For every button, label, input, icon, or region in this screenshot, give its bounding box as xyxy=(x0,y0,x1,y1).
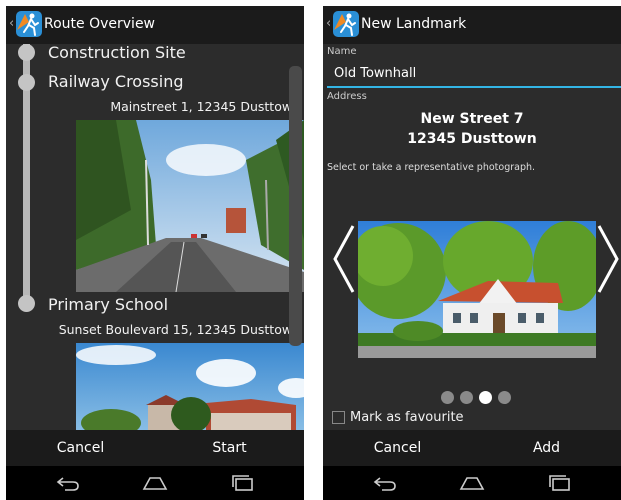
route-overview-screen: ‹ Route Overview Construction Site Railw… xyxy=(6,6,304,500)
new-landmark-screen: ‹ New Landmark Name Old Townhall Address… xyxy=(323,6,621,500)
stop-marker xyxy=(18,44,35,61)
address-line-1: New Street 7 xyxy=(420,111,524,127)
previous-arrow-icon[interactable] xyxy=(331,224,357,294)
pager-dot-active[interactable] xyxy=(479,391,492,404)
back-chevron-icon[interactable]: ‹ xyxy=(326,16,331,31)
next-arrow-icon[interactable] xyxy=(595,224,621,294)
landmark-form: Name Old Townhall Address New Street 7 1… xyxy=(323,44,621,430)
screen-title: Route Overview xyxy=(44,16,156,32)
route-list[interactable]: Construction Site Railway Crossing Mains… xyxy=(6,44,304,430)
stop-address: Sunset Boulevard 15, 12345 Dusttown xyxy=(58,322,300,337)
photo-hint: Select or take a representative photogra… xyxy=(327,162,536,173)
back-icon[interactable] xyxy=(55,473,81,493)
cancel-button[interactable]: Cancel xyxy=(6,430,155,466)
app-logo-icon[interactable] xyxy=(332,10,360,38)
action-bar: ‹ Route Overview xyxy=(6,6,304,44)
primary-school-photo[interactable] xyxy=(76,343,304,430)
add-button[interactable]: Add xyxy=(472,430,621,466)
stop-title[interactable]: Construction Site xyxy=(48,44,186,62)
home-icon[interactable] xyxy=(459,473,485,493)
cancel-button[interactable]: Cancel xyxy=(323,430,472,466)
stop-title[interactable]: Railway Crossing xyxy=(48,72,184,91)
stop-marker xyxy=(18,295,35,312)
back-chevron-icon[interactable]: ‹ xyxy=(9,16,14,31)
address-line-2: 12345 Dusttown xyxy=(407,131,537,147)
screen-title: New Landmark xyxy=(361,16,467,32)
button-bar: Cancel Start xyxy=(6,430,304,466)
name-field[interactable]: Old Townhall xyxy=(334,66,416,81)
recent-apps-icon[interactable] xyxy=(230,473,256,493)
system-nav-bar xyxy=(323,466,621,500)
railway-crossing-photo[interactable] xyxy=(76,120,304,292)
back-icon[interactable] xyxy=(372,473,398,493)
system-nav-bar xyxy=(6,466,304,500)
favourite-label[interactable]: Mark as favourite xyxy=(350,410,464,425)
stop-address: Mainstreet 1, 12345 Dusttown xyxy=(110,99,300,114)
start-button[interactable]: Start xyxy=(155,430,304,466)
stop-marker xyxy=(18,74,35,91)
stop-title[interactable]: Primary School xyxy=(48,295,168,314)
favourite-checkbox[interactable] xyxy=(332,411,345,424)
pager-dot[interactable] xyxy=(498,391,511,404)
landmark-photo[interactable] xyxy=(358,221,596,358)
name-field-underline xyxy=(327,86,621,88)
pager-dot[interactable] xyxy=(460,391,473,404)
scrollbar[interactable] xyxy=(289,66,302,346)
button-bar: Cancel Add xyxy=(323,430,621,466)
app-logo-icon[interactable] xyxy=(15,10,43,38)
name-label: Name xyxy=(327,46,357,57)
recent-apps-icon[interactable] xyxy=(547,473,573,493)
address-label: Address xyxy=(327,91,367,102)
home-icon[interactable] xyxy=(142,473,168,493)
pager-dot[interactable] xyxy=(441,391,454,404)
action-bar: ‹ New Landmark xyxy=(323,6,621,44)
